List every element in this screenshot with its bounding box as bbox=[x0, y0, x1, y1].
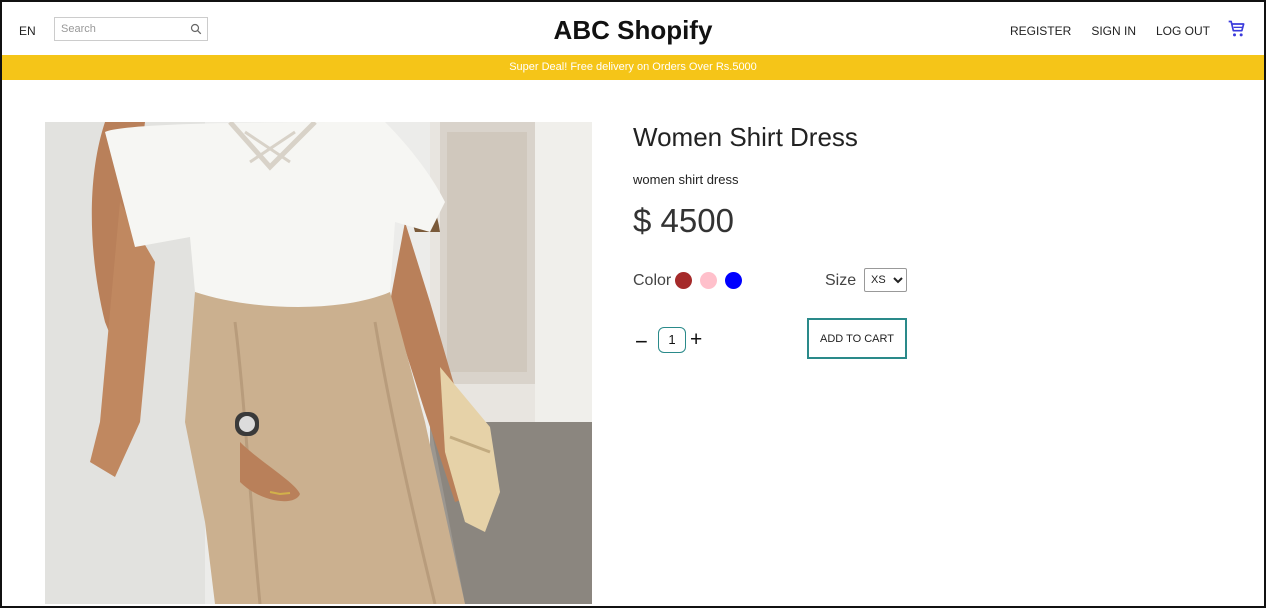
add-to-cart-button[interactable]: ADD TO CART bbox=[807, 318, 907, 359]
product-title: Women Shirt Dress bbox=[633, 122, 858, 152]
color-swatch-pink[interactable] bbox=[700, 272, 717, 289]
color-swatch-blue[interactable] bbox=[725, 272, 742, 289]
header-nav: REGISTER SIGN IN LOG OUT bbox=[1010, 24, 1210, 38]
size-select[interactable]: XS bbox=[864, 268, 907, 292]
quantity-value[interactable]: 1 bbox=[658, 327, 686, 353]
sign-in-link[interactable]: SIGN IN bbox=[1091, 24, 1136, 38]
product-description: women shirt dress bbox=[633, 172, 739, 187]
product-price: $ 4500 bbox=[633, 202, 734, 239]
header: EN ABC Shopify REGISTER SIGN IN LOG OUT bbox=[2, 2, 1264, 57]
language-selector[interactable]: EN bbox=[19, 24, 36, 38]
color-swatch-brown[interactable] bbox=[675, 272, 692, 289]
register-link[interactable]: REGISTER bbox=[1010, 24, 1071, 38]
quantity-decrease-button[interactable]: − bbox=[635, 329, 648, 355]
log-out-link[interactable]: LOG OUT bbox=[1156, 24, 1210, 38]
search-input[interactable] bbox=[55, 18, 181, 40]
search-box[interactable] bbox=[54, 17, 208, 41]
size-label: Size bbox=[825, 272, 857, 289]
color-label: Color bbox=[633, 272, 672, 289]
quantity-increase-button[interactable]: + bbox=[690, 328, 702, 352]
search-icon[interactable] bbox=[190, 23, 202, 35]
page-frame: EN ABC Shopify REGISTER SIGN IN LOG OUT … bbox=[0, 0, 1266, 608]
promo-banner: Super Deal! Free delivery on Orders Over… bbox=[2, 55, 1264, 80]
product-image bbox=[45, 122, 592, 604]
shopping-cart-icon[interactable] bbox=[1227, 19, 1247, 39]
